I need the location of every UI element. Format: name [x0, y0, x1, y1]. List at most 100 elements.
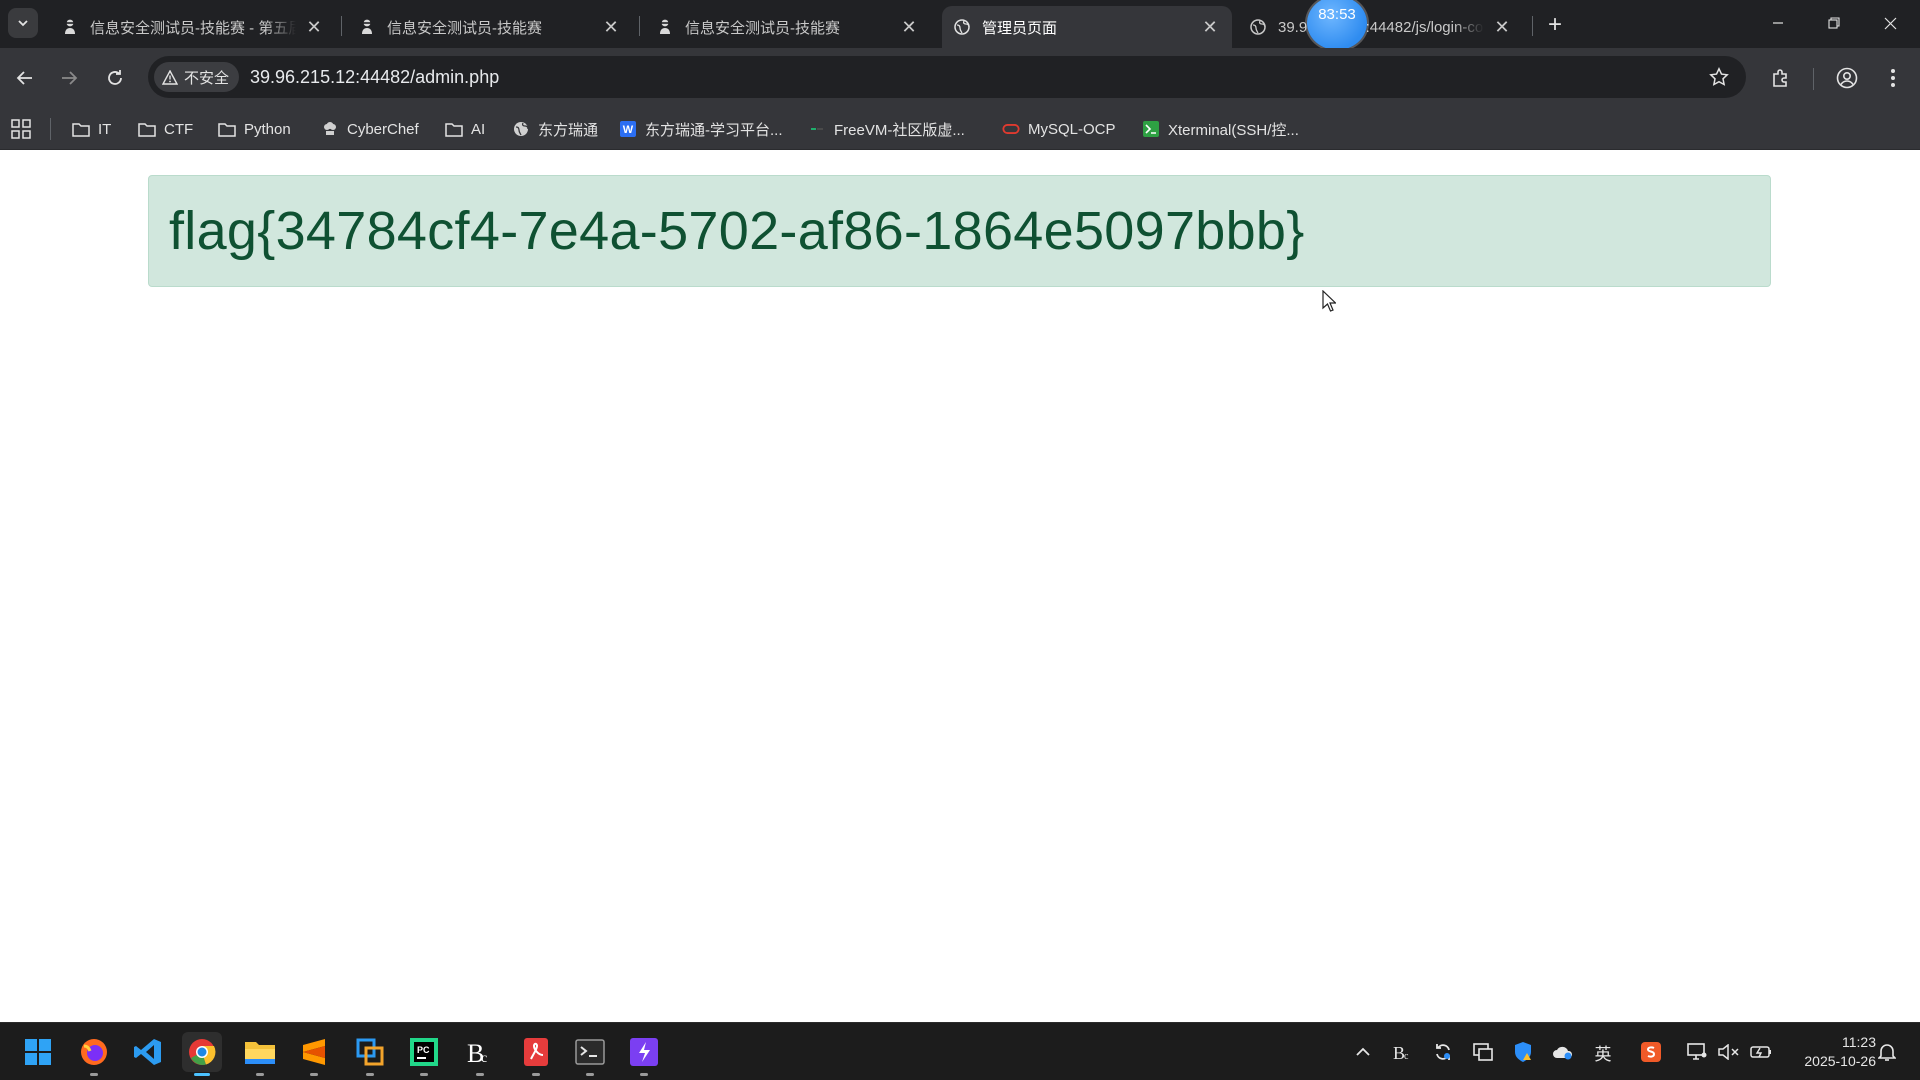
bookmark-label: CyberChef: [347, 120, 419, 138]
tab-title: 管理员页面: [982, 19, 1058, 37]
ninja-icon: [657, 19, 673, 35]
sync-icon: [1436, 1044, 1450, 1060]
ime-label: 英: [1594, 1044, 1612, 1064]
tray-screen-mirror[interactable]: [1470, 1039, 1496, 1065]
bookmark-dongfang-learning[interactable]: W 东方瑞通-学习平台...: [619, 116, 783, 142]
start-button[interactable]: [18, 1032, 58, 1072]
close-icon[interactable]: ✕: [304, 17, 324, 37]
flag-text: flag{34784cf4-7e4a-5702-af86-1864e5097bb…: [169, 201, 1305, 261]
tab-1[interactable]: 信息安全测试员-技能赛 - 第五届 ✕: [50, 6, 336, 48]
arrow-left-icon: [16, 71, 32, 85]
tray-burpsuite[interactable]: Bc: [1390, 1039, 1416, 1065]
chrome-icon: [189, 1039, 216, 1065]
bookmark-dongfang[interactable]: 东方瑞通: [512, 116, 598, 142]
w-logo-icon: W: [619, 120, 637, 138]
folder-icon: [218, 120, 236, 138]
ninja-icon: [359, 19, 375, 35]
tab-3[interactable]: 信息安全测试员-技能赛 ✕: [645, 6, 931, 48]
tray-network[interactable]: [1684, 1039, 1710, 1065]
folder-icon: [72, 120, 90, 138]
screen-mirror-icon: [1473, 1043, 1493, 1061]
taskbar-virtualbox[interactable]: [350, 1032, 390, 1076]
menu-button[interactable]: [1876, 61, 1910, 95]
bookmark-folder-it[interactable]: IT: [72, 116, 111, 142]
extensions-button[interactable]: [1764, 61, 1798, 95]
close-icon[interactable]: ✕: [601, 17, 621, 37]
sublime-text-icon: [303, 1039, 325, 1065]
close-icon[interactable]: ✕: [1492, 17, 1512, 37]
burpsuite-icon: Bc: [1393, 1043, 1409, 1063]
bookmark-folder-ai[interactable]: AI: [445, 116, 485, 142]
tab-5[interactable]: 39.96.215.12:44482/js/login-config.js ✕: [1238, 6, 1524, 48]
notification-center-button[interactable]: [1874, 1039, 1900, 1065]
bookmark-star-button[interactable]: [1706, 64, 1732, 90]
taskbar-firefox[interactable]: [74, 1032, 114, 1076]
close-icon[interactable]: ✕: [899, 17, 919, 37]
tab-4-active[interactable]: 管理员页面 ✕: [942, 6, 1232, 48]
clock-date: 2025-10-26: [1804, 1053, 1876, 1069]
tray-overflow-button[interactable]: [1350, 1039, 1376, 1065]
address-bar[interactable]: 不安全 39.96.215.12:44482/admin.php: [148, 56, 1746, 98]
new-tab-button[interactable]: +: [1540, 10, 1570, 40]
taskbar-pycharm[interactable]: PC: [404, 1032, 444, 1076]
bookmark-mysql-ocp[interactable]: MySQL-OCP: [1002, 116, 1116, 142]
tab-search-button[interactable]: [8, 8, 38, 38]
restore-button[interactable]: [1806, 0, 1862, 46]
close-window-button[interactable]: [1862, 0, 1918, 46]
svg-text:c: c: [1404, 1051, 1409, 1062]
profile-button[interactable]: [1830, 61, 1864, 95]
taskbar-clock[interactable]: 11:23 2025-10-26: [1804, 1033, 1876, 1071]
tray-security[interactable]: [1510, 1039, 1536, 1065]
apps-grid-icon[interactable]: [10, 118, 32, 140]
tray-battery[interactable]: [1748, 1039, 1774, 1065]
oracle-icon: [1002, 120, 1020, 138]
bookmark-xterminal[interactable]: Xterminal(SSH/控...: [1142, 116, 1299, 142]
network-monitor-icon: [1687, 1043, 1707, 1060]
forward-button[interactable]: [52, 61, 86, 95]
tray-sync[interactable]: [1430, 1039, 1456, 1065]
taskbar-visual-studio[interactable]: [624, 1032, 664, 1076]
back-button[interactable]: [8, 61, 42, 95]
globe-icon: [512, 120, 530, 138]
security-chip[interactable]: 不安全: [154, 62, 240, 92]
mouse-cursor-icon: [1322, 290, 1336, 312]
taskbar-sublime-text[interactable]: [294, 1032, 334, 1076]
firefox-icon: [81, 1039, 107, 1065]
tray-onedrive[interactable]: [1550, 1039, 1576, 1065]
close-icon[interactable]: ✕: [1200, 17, 1220, 37]
taskbar: PC Bc Bc 英 11:23 2025-10-26: [0, 1022, 1920, 1080]
browser-toolbar: 不安全 39.96.215.12:44482/admin.php: [0, 48, 1920, 108]
shield-warning-icon: [1515, 1042, 1531, 1062]
bookmark-label: MySQL-OCP: [1028, 120, 1116, 138]
taskbar-terminal[interactable]: [570, 1032, 610, 1076]
tray-sogou[interactable]: [1638, 1039, 1664, 1065]
tab-2[interactable]: 信息安全测试员-技能赛 ✕: [347, 6, 633, 48]
url-text[interactable]: 39.96.215.12:44482/admin.php: [250, 67, 499, 88]
bookmark-label: 东方瑞通-学习平台...: [645, 121, 783, 139]
taskbar-file-explorer[interactable]: [240, 1032, 280, 1076]
bookmark-cyberchef[interactable]: CyberChef: [321, 116, 419, 142]
burpsuite-icon: Bc: [467, 1039, 487, 1067]
taskbar-vscode[interactable]: [128, 1032, 168, 1072]
bookmark-folder-ctf[interactable]: CTF: [138, 116, 193, 142]
bookmark-freevm[interactable]: FreeVM-社区版虚...: [808, 116, 965, 142]
timer-text: 83:53: [1318, 6, 1356, 23]
bookmark-folder-python[interactable]: Python: [218, 116, 291, 142]
taskbar-burpsuite[interactable]: Bc: [460, 1032, 500, 1076]
tray-volume[interactable]: [1716, 1039, 1742, 1065]
volume-muted-icon: [1718, 1044, 1739, 1060]
tab-strip: 信息安全测试员-技能赛 - 第五届 ✕ 信息安全测试员-技能赛 ✕ 信息安全测试…: [0, 0, 1920, 50]
reload-button[interactable]: [98, 61, 132, 95]
tray-ime[interactable]: 英: [1590, 1039, 1616, 1065]
taskbar-pdf-reader[interactable]: [516, 1032, 556, 1076]
bell-icon: [1878, 1044, 1896, 1061]
minimize-button[interactable]: [1750, 0, 1806, 46]
more-vertical-icon: [1891, 69, 1895, 87]
flag-alert: flag{34784cf4-7e4a-5702-af86-1864e5097bb…: [148, 175, 1771, 287]
warning-icon: [162, 69, 178, 85]
chevron-up-icon: [1356, 1047, 1370, 1056]
restore-icon: [1828, 17, 1840, 29]
bookmark-label: CTF: [164, 120, 194, 138]
taskbar-chrome[interactable]: [182, 1032, 222, 1076]
globe-icon: [954, 19, 970, 35]
